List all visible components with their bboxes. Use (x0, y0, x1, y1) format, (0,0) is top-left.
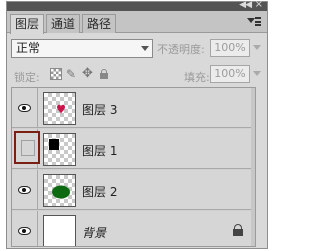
tab-bar: 图层 通道 路径 (7, 11, 267, 34)
lock-icon[interactable] (98, 68, 110, 80)
layer-thumbnail (43, 133, 76, 166)
visibility-toggle[interactable] (12, 170, 38, 210)
layers-list: 图层 3 图层 1 图层 2 背景 (11, 87, 256, 247)
layer-name[interactable]: 图层 1 (82, 142, 117, 159)
layer-row-3[interactable]: 图层 3 (12, 88, 255, 128)
visibility-toggle[interactable] (12, 129, 40, 169)
ellipse-shape (52, 185, 70, 199)
layers-panel: ◀◀ × 图层 通道 路径 正常 不透明度: 100% 锁定: ✎ ✥ 填充: … (6, 0, 268, 249)
lock-transparent-pixels-icon[interactable] (50, 68, 62, 80)
fill-dropdown-icon[interactable] (253, 71, 261, 76)
layer-row-2[interactable]: 图层 2 (12, 170, 255, 210)
tab-channels[interactable]: 通道 (46, 14, 81, 33)
tab-paths[interactable]: 路径 (82, 14, 117, 33)
eye-icon[interactable] (18, 227, 31, 235)
close-icon[interactable]: × (255, 0, 263, 10)
visibility-toggle[interactable] (12, 211, 38, 246)
brush-icon[interactable]: ✎ (66, 68, 78, 80)
layer-thumbnail (43, 92, 76, 125)
hidden-visibility-box[interactable] (14, 131, 40, 164)
collapse-icon[interactable]: ◀◀ (239, 0, 252, 10)
scrollbar[interactable] (251, 88, 255, 246)
layer-name[interactable]: 背景 (82, 224, 106, 241)
fill-label: 填充: (184, 71, 210, 84)
panel-menu-icon[interactable] (247, 16, 261, 28)
layer-row-1[interactable]: 图层 1 (12, 129, 255, 169)
visibility-toggle[interactable] (12, 88, 38, 128)
chevron-down-icon (141, 46, 149, 51)
panel-title-bar: ◀◀ × (7, 0, 267, 11)
layer-thumbnail (43, 174, 76, 207)
fill-field[interactable]: 100% (210, 65, 250, 83)
opacity-field[interactable]: 100% (210, 39, 250, 57)
eye-icon[interactable] (18, 104, 31, 112)
blend-mode-select[interactable]: 正常 (11, 39, 153, 58)
layer-name[interactable]: 图层 2 (82, 183, 117, 200)
square-shape (49, 139, 59, 150)
eye-icon[interactable] (18, 186, 31, 194)
heart-shape (57, 104, 65, 114)
layer-row-background[interactable]: 背景 (12, 211, 255, 246)
lock-icon (232, 223, 244, 236)
blend-mode-value: 正常 (16, 41, 41, 55)
lock-label: 锁定: (14, 71, 40, 84)
opacity-dropdown-icon[interactable] (253, 45, 261, 50)
layer-name[interactable]: 图层 3 (82, 101, 117, 118)
layer-thumbnail (43, 215, 76, 246)
move-icon[interactable]: ✥ (82, 67, 94, 80)
opacity-label: 不透明度: (157, 43, 205, 56)
tab-layers[interactable]: 图层 (10, 14, 45, 34)
